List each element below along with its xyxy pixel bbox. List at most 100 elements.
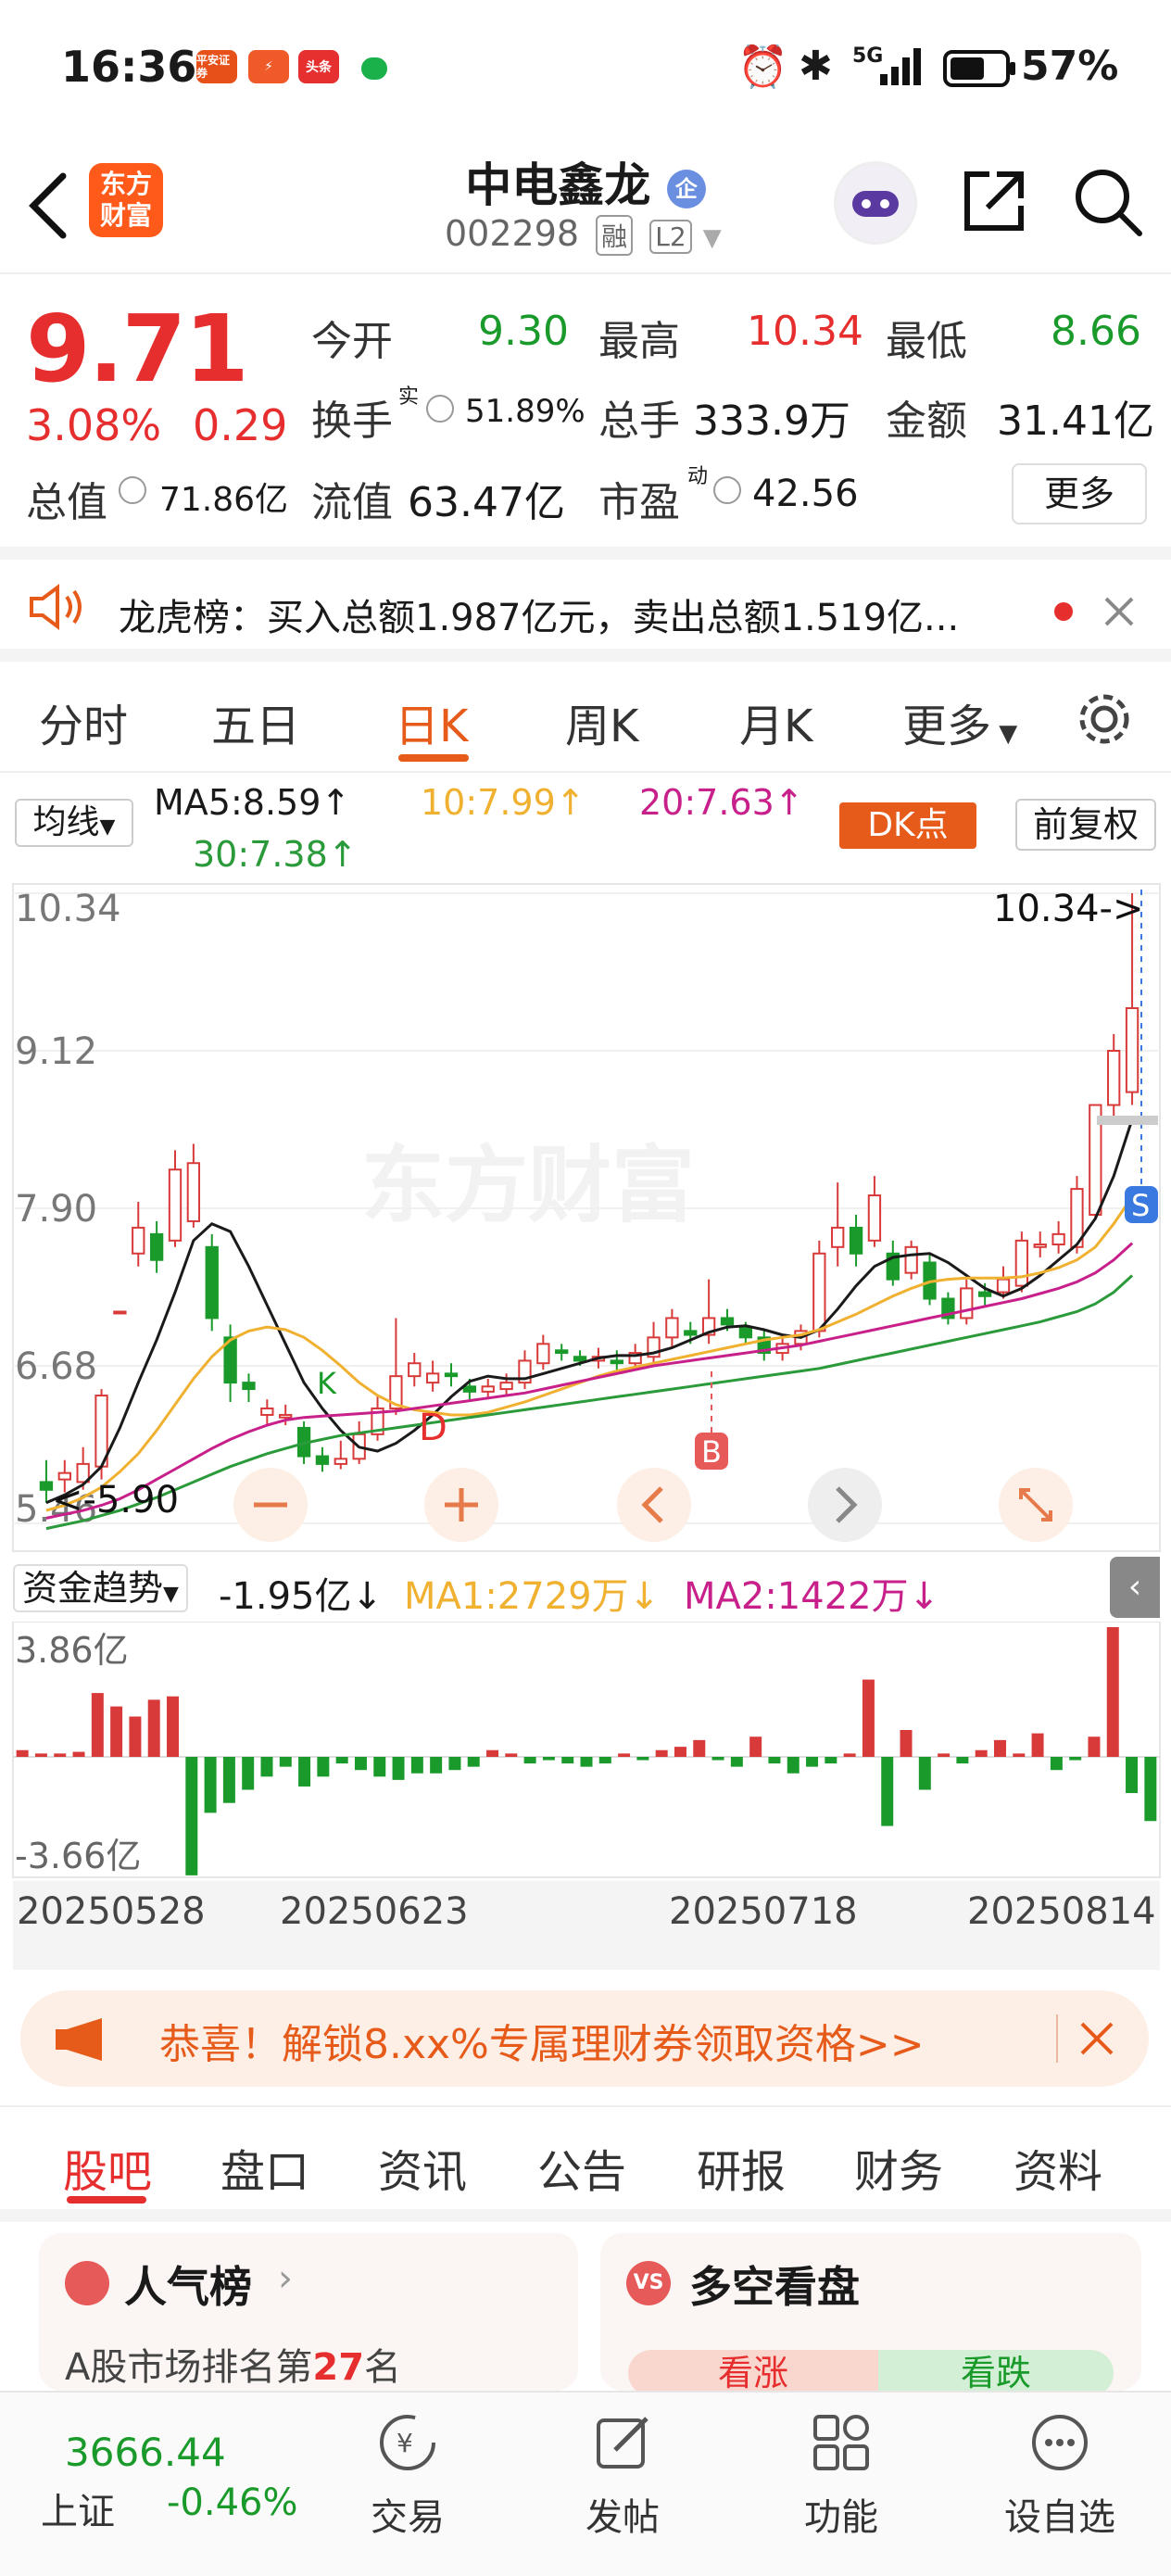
level2-tag: L2 [649,220,692,254]
zoom-in-button[interactable] [424,1468,498,1542]
fund-bar-inflow [749,1736,762,1757]
bull-button[interactable]: 看涨 [628,2350,878,2396]
candle-down [849,1226,863,1255]
fund-bar-inflow [1106,1627,1119,1757]
candle-up [260,1407,274,1416]
tab-forum[interactable]: 股吧 [63,2135,152,2200]
bluetooth-icon: ✱ [799,43,833,90]
fullscreen-button[interactable] [999,1468,1073,1542]
tab-weekly-k[interactable]: 周K [565,689,638,754]
trade-icon: ¥ [380,2415,435,2470]
eye-icon[interactable] [426,395,454,423]
min-price-label: <-5.90 [52,1479,179,1522]
collapse-panel-button[interactable]: ‹ [1110,1557,1160,1618]
rank-number: 27 [312,2346,365,2389]
fund-bar-outflow [204,1757,217,1813]
fund-bar-outflow [561,1757,574,1764]
tab-research[interactable]: 研报 [697,2135,786,2200]
date-label-1: 20250528 [17,1890,206,1933]
unread-dot [1054,602,1073,621]
tab-daily-k[interactable]: 日K [395,689,468,754]
fund-bar-outflow [354,1757,367,1771]
app-notification-icon: ⚡ [248,50,289,83]
fund-trend-chart[interactable]: 3.86亿 -3.66亿 [0,1622,1171,1881]
content-tabs: 股吧 盘口 资讯 公告 研报 财务 资料 [0,2105,1171,2222]
popularity-card[interactable]: 人气榜 › A股市场排名第27名 [39,2233,578,2391]
candle-up [831,1226,845,1248]
bull-bear-card[interactable]: VS 多空看盘 看涨 看跌 [600,2233,1141,2396]
notice-bar[interactable]: 龙虎榜：买入总额1.987亿元，卖出总额1.519亿... [0,547,1171,662]
promo-banner[interactable]: 恭喜！解锁8.xx%专属理财券领取资格>> [20,1990,1149,2087]
kline-chart[interactable]: 东方财富 10.349.127.906.685.46 10.34-> <-5.9… [0,880,1171,1557]
popularity-title: 人气榜 [124,2262,252,2312]
scroll-left-button[interactable] [617,1468,691,1542]
nav-add-watchlist-label: 设自选 [1004,2496,1115,2539]
rank-prefix: A股市场排名第 [65,2346,313,2389]
tab-five-day[interactable]: 五日 [211,689,300,754]
chevron-down-icon: ▼ [99,815,116,839]
market-index-widget[interactable]: 3666.44 上证 -0.46% [0,2393,315,2576]
marker-d[interactable]: D [419,1407,447,1449]
chevron-down-icon: ▼ [702,224,722,252]
ma-selector[interactable]: 均线▼ [15,799,133,847]
date-label-2: 20250623 [280,1890,469,1933]
y-tick-label: 7.90 [15,1188,97,1231]
nav-post[interactable]: 发帖 [558,2411,687,2541]
candle-down [444,1372,459,1378]
tab-more[interactable]: 更多 ▼ [902,689,1017,754]
marker-b: B [701,1434,722,1470]
marker-k[interactable]: K [317,1366,337,1401]
ma-legend-row: 均线▼ MA5:8.59↑ 10:7.99↑ 20:7.63↑ 30:7.38↑… [0,778,1171,880]
fund-bar-outflow [430,1757,443,1774]
tab-news[interactable]: 资讯 [378,2135,467,2200]
tab-announcements[interactable]: 公告 [537,2135,626,2200]
zoom-out-button[interactable] [233,1468,308,1542]
fund-bar-inflow [900,1729,913,1757]
fund-selector[interactable]: 资金趋势▼ [13,1564,188,1612]
candle-up [812,1252,826,1332]
fund-bar-outflow [881,1757,894,1826]
fund-bar-inflow [72,1751,85,1757]
tab-profile[interactable]: 资料 [1014,2135,1102,2200]
eye-icon[interactable] [713,476,741,504]
candle-up [867,1194,882,1242]
more-button[interactable]: 更多 [1012,463,1147,524]
close-icon[interactable] [1102,595,1136,628]
fund-bar-inflow [993,1739,1006,1757]
fund-bar-outflow [580,1757,593,1767]
fund-bar-outflow [636,1757,649,1761]
search-icon[interactable] [1071,165,1145,239]
fund-bar-inflow [693,1739,706,1757]
nav-functions[interactable]: 功能 [776,2411,906,2541]
scroll-right-button[interactable] [808,1468,882,1542]
forward-adjust-button[interactable]: 前复权 [1015,799,1156,851]
status-time: 16:36 [61,42,197,92]
stock-name-text: 中电鑫龙 [465,158,651,212]
nav-add-watchlist[interactable]: 设自选 [995,2411,1125,2541]
nav-trade[interactable]: ¥ 交易 [343,2411,472,2541]
fund-bar-outflow [373,1757,386,1777]
bear-button[interactable]: 看跌 [878,2350,1114,2396]
tab-orderbook[interactable]: 盘口 [220,2135,309,2200]
settings-gear-icon[interactable] [1075,689,1134,749]
fund-bar-outflow [1126,1757,1139,1794]
pe-label: 市盈 [598,479,680,526]
tab-intraday[interactable]: 分时 [39,689,128,754]
fund-bar-outflow [222,1757,235,1803]
eye-icon[interactable] [119,476,146,504]
candle-up [408,1362,422,1378]
y-tick-label: 6.68 [15,1345,97,1388]
close-icon[interactable] [1078,2020,1115,2057]
volume-value: 333.9万 [693,398,850,445]
candle-down [315,1455,330,1465]
tab-monthly-k[interactable]: 月K [739,689,812,754]
stock-code-row[interactable]: 002298 融 L2 ▼ [445,213,722,256]
promo-text: 恭喜！解锁8.xx%专属理财券领取资格>> [159,2021,925,2068]
assistant-avatar[interactable] [834,161,917,245]
dk-point-button[interactable]: DK点 [839,802,976,849]
candle-down [738,1326,753,1339]
share-icon[interactable] [960,167,1028,235]
candle-up [186,1162,201,1222]
candle-down [149,1232,164,1261]
tab-financials[interactable]: 财务 [854,2135,943,2200]
